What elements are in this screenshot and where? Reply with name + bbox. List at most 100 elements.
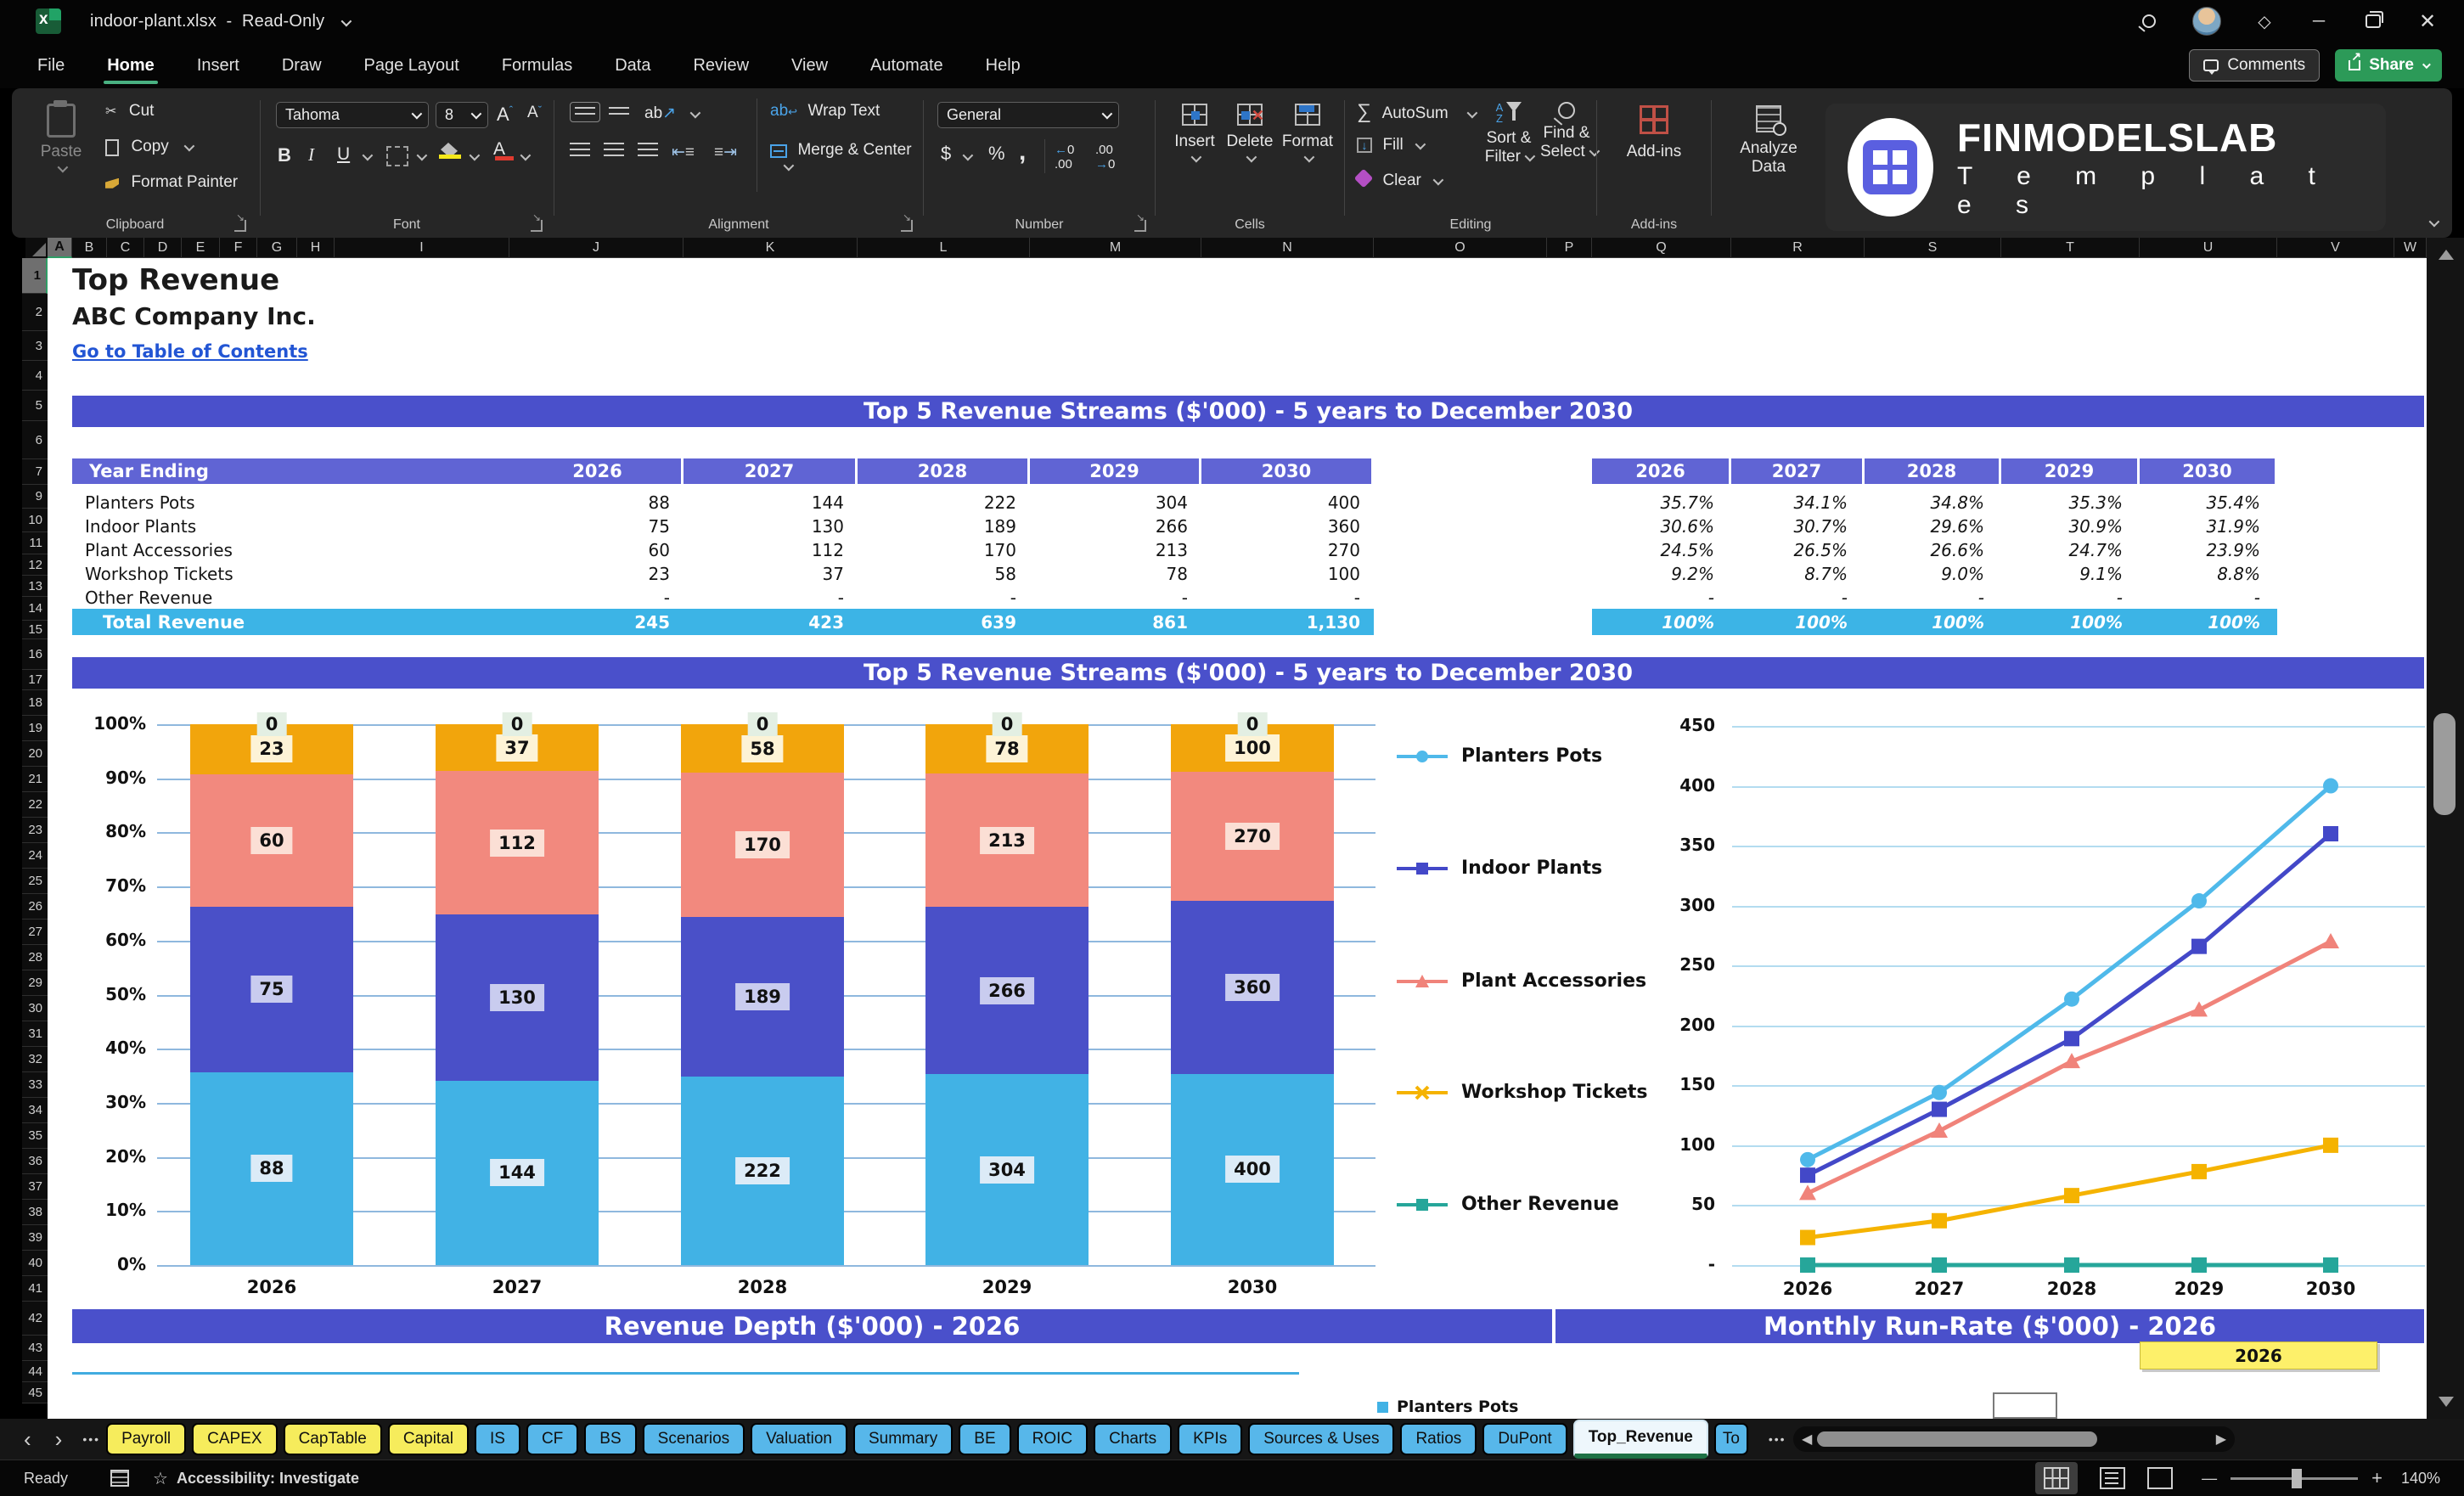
column-header-R[interactable]: R	[1731, 238, 1865, 258]
row-header-44[interactable]: 44	[22, 1361, 48, 1382]
row-header-4[interactable]: 4	[22, 361, 48, 391]
row-header-24[interactable]: 24	[22, 843, 48, 869]
close-button[interactable]: ✕	[2416, 10, 2439, 33]
table-cell-pct[interactable]: 35.3%	[2001, 492, 2123, 513]
table-cell-pct[interactable]: 30.9%	[2001, 516, 2123, 537]
analyze-data-button[interactable]: Analyze Data	[1732, 105, 1805, 177]
column-header-O[interactable]: O	[1374, 238, 1547, 258]
table-cell-pct[interactable]: 26.5%	[1731, 540, 1848, 560]
worksheet[interactable]: Top Revenue ABC Company Inc. Go to Table…	[48, 258, 2427, 1419]
format-cells-button[interactable]: Format	[1281, 104, 1334, 166]
row-header-26[interactable]: 26	[22, 894, 48, 920]
share-button[interactable]: Share	[2335, 49, 2442, 82]
avatar[interactable]	[2192, 7, 2221, 36]
align-bottom-button[interactable]	[609, 107, 629, 117]
column-header-D[interactable]: D	[144, 238, 182, 258]
table-cell-pct[interactable]: 29.6%	[1865, 516, 1984, 537]
column-header-F[interactable]: F	[220, 238, 257, 258]
sheet-tab-capital[interactable]: Capital	[387, 1423, 469, 1455]
table-cell-value[interactable]: 270	[1201, 540, 1360, 560]
number-dialog-launcher[interactable]	[1134, 211, 1146, 232]
runrate-year-cell[interactable]: 2026	[2140, 1341, 2377, 1369]
ribbon-tab-data[interactable]: Data	[611, 48, 654, 84]
table-cell-value[interactable]: 112	[684, 540, 844, 560]
orientation-button[interactable]: ab↗	[644, 104, 676, 123]
table-cell-pct[interactable]: 23.9%	[2140, 540, 2260, 560]
table-cell-value[interactable]: 60	[514, 540, 670, 560]
row-header-45[interactable]: 45	[22, 1382, 48, 1403]
row-header-16[interactable]: 16	[22, 639, 48, 670]
excel-app-icon[interactable]	[36, 8, 61, 34]
row-header-12[interactable]: 12	[22, 554, 48, 576]
sheet-tab-payroll[interactable]: Payroll	[106, 1423, 187, 1455]
row-header-28[interactable]: 28	[22, 945, 48, 970]
zoom-slider-thumb[interactable]	[2292, 1468, 2303, 1488]
align-center-button[interactable]	[604, 143, 624, 156]
table-cell-value[interactable]: 360	[1201, 516, 1360, 537]
vertical-scroll-thumb[interactable]	[2433, 713, 2456, 815]
table-cell-value[interactable]: 88	[514, 492, 670, 513]
merge-center-button[interactable]: Merge & Center	[770, 141, 921, 175]
clipboard-dialog-launcher[interactable]	[234, 211, 246, 232]
table-cell-pct[interactable]: -	[1731, 588, 1848, 608]
page-layout-view-button[interactable]	[2100, 1467, 2126, 1489]
sheet-tab-kpis[interactable]: KPIs	[1178, 1423, 1243, 1455]
column-header-K[interactable]: K	[684, 238, 858, 258]
ribbon-tab-draw[interactable]: Draw	[278, 48, 325, 84]
accessibility-status[interactable]: Accessibility: Investigate	[177, 1470, 359, 1488]
font-size-select[interactable]: 8	[436, 102, 488, 128]
insert-cells-button[interactable]: Insert	[1169, 104, 1220, 166]
alignment-dialog-launcher[interactable]	[901, 211, 913, 232]
find-select-button[interactable]: Find & Select	[1540, 102, 1600, 161]
cut-button[interactable]: ✂ Cut	[105, 102, 154, 121]
row-header-19[interactable]: 19	[22, 716, 48, 741]
ribbon-tab-automate[interactable]: Automate	[867, 48, 947, 84]
row-header-27[interactable]: 27	[22, 920, 48, 945]
column-header-S[interactable]: S	[1865, 238, 2001, 258]
clear-button[interactable]: Clear	[1353, 168, 1444, 190]
row-header-18[interactable]: 18	[22, 690, 48, 716]
search-icon[interactable]	[2138, 10, 2160, 32]
grow-font-button[interactable]: Aˆ	[497, 104, 513, 126]
row-header-6[interactable]: 6	[22, 421, 48, 459]
page-break-view-button[interactable]	[2147, 1467, 2174, 1489]
select-all-corner[interactable]	[25, 238, 48, 258]
column-header-A[interactable]: A	[48, 238, 72, 258]
row-header-30[interactable]: 30	[22, 996, 48, 1021]
table-cell-value[interactable]: 75	[514, 516, 670, 537]
table-cell-pct[interactable]: 8.8%	[2140, 564, 2260, 584]
column-header-M[interactable]: M	[1030, 238, 1201, 258]
align-right-button[interactable]	[638, 143, 658, 156]
row-header-9[interactable]: 9	[22, 485, 48, 509]
table-cell-pct[interactable]: 34.8%	[1865, 492, 1984, 513]
collapse-ribbon-chevron[interactable]	[2428, 216, 2440, 231]
row-header-5[interactable]: 5	[22, 391, 48, 421]
row-header-43[interactable]: 43	[22, 1336, 48, 1361]
table-cell-pct[interactable]: -	[1592, 588, 1714, 608]
sheet-tab-be[interactable]: BE	[959, 1423, 1011, 1455]
underline-dropdown[interactable]	[362, 149, 374, 161]
align-left-button[interactable]	[570, 143, 590, 156]
legend-item-workshop-tickets[interactable]: Workshop Tickets	[1395, 1082, 1648, 1103]
table-cell-value[interactable]: 170	[858, 540, 1016, 560]
row-header-20[interactable]: 20	[22, 741, 48, 767]
column-header-L[interactable]: L	[858, 238, 1030, 258]
row-header-35[interactable]: 35	[22, 1123, 48, 1149]
increase-decimal-button[interactable]: ←0.00	[1055, 143, 1074, 172]
tabs-next-arrow[interactable]: ›	[55, 1426, 63, 1453]
column-header-J[interactable]: J	[509, 238, 684, 258]
row-header-15[interactable]: 15	[22, 621, 48, 639]
row-headers[interactable]: 1 2 3 4 5 6 7 9 10 11 12 13 14 15 16 17 18 19 20 21 22 23 24 25…	[22, 258, 48, 1403]
scroll-right-arrow[interactable]: ▶	[2216, 1431, 2226, 1448]
row-header-39[interactable]: 39	[22, 1225, 48, 1251]
number-format-select[interactable]: General	[937, 102, 1119, 128]
scroll-left-arrow[interactable]: ◀	[1802, 1431, 1812, 1448]
column-header-N[interactable]: N	[1201, 238, 1374, 258]
format-painter-button[interactable]: Format Painter	[105, 173, 238, 192]
row-header-25[interactable]: 25	[22, 869, 48, 894]
table-cell-pct[interactable]: 9.2%	[1592, 564, 1714, 584]
ribbon-tab-review[interactable]: Review	[689, 48, 752, 84]
table-cell-pct[interactable]: 30.7%	[1731, 516, 1848, 537]
premium-diamond-icon[interactable]: ◇	[2253, 10, 2276, 32]
column-header-I[interactable]: I	[335, 238, 509, 258]
